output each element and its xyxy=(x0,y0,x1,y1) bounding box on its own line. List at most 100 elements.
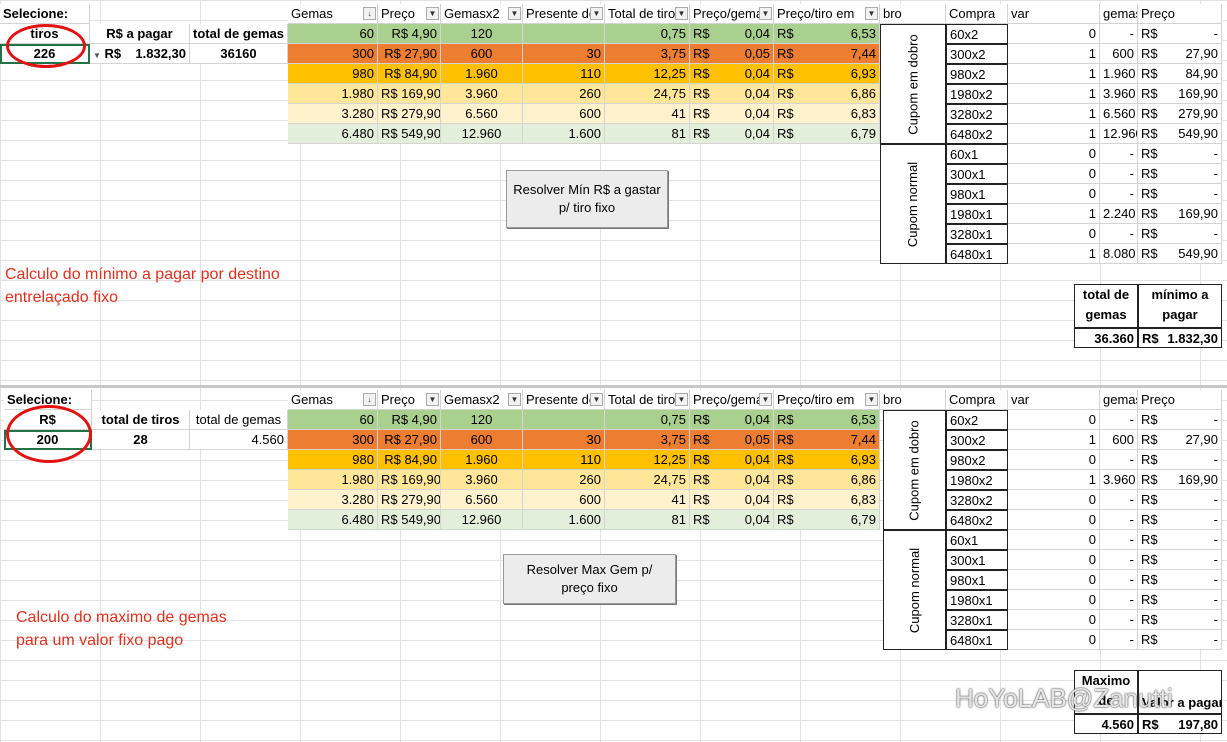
compra-var-cell[interactable]: 0 xyxy=(1008,184,1100,204)
package-gemasx2-cell: 12.960 xyxy=(441,510,523,530)
package-presente-cell: 30 xyxy=(523,44,605,64)
currency: R$ xyxy=(693,26,710,41)
compra-preco-cell: R$ 169,90 xyxy=(1138,84,1222,104)
compra-var-cell[interactable]: 1 xyxy=(1008,104,1100,124)
resolver-min-button[interactable]: Resolver Mín R$ a gastar p/ tiro fixo xyxy=(506,170,668,228)
compra-preco-cell: R$ - xyxy=(1138,530,1222,550)
compra-gemas-cell: 600 xyxy=(1100,430,1138,450)
compra-preco-cell: R$ - xyxy=(1138,510,1222,530)
currency: R$ xyxy=(1141,552,1158,567)
selecione-label-2: Selecione: xyxy=(4,390,92,410)
package-pt-cell: R$ 6,79 xyxy=(774,510,880,530)
compra-gemas-cell: 3.960 xyxy=(1100,470,1138,490)
package-pt-cell: R$ 6,83 xyxy=(774,490,880,510)
filter-dropdown-icon[interactable]: ▼ xyxy=(865,7,878,20)
amount: 7,44 xyxy=(850,46,876,61)
amount: - xyxy=(1213,492,1218,507)
package-pg-cell: R$ 0,05 xyxy=(690,430,774,450)
package-tiros-cell: 12,25 xyxy=(605,450,690,470)
compra-var-cell[interactable]: 0 xyxy=(1008,490,1100,510)
compra-name-cell: 3280x1 xyxy=(946,224,1008,244)
package-gemas-cell: 60 xyxy=(288,24,378,44)
filter-dropdown-icon[interactable]: ▼ xyxy=(508,393,521,406)
filter-dropdown-icon[interactable]: ▼ xyxy=(675,393,688,406)
amount: 6,53 xyxy=(850,26,876,41)
package-preco-cell: R$ 279,90 xyxy=(378,490,441,510)
currency: R$ xyxy=(777,46,794,61)
dropdown-arrow-icon[interactable]: ▼ xyxy=(93,51,101,60)
amount: 549,90 xyxy=(1178,246,1218,261)
compra-var-cell[interactable]: 1 xyxy=(1008,204,1100,224)
package-tiros-cell: 3,75 xyxy=(605,430,690,450)
compra-var-cell[interactable]: 1 xyxy=(1008,244,1100,264)
compra-var-cell[interactable]: 0 xyxy=(1008,570,1100,590)
compra-var-cell[interactable]: 1 xyxy=(1008,64,1100,84)
compra-name-cell: 980x2 xyxy=(946,64,1008,84)
amount: 6,79 xyxy=(850,512,876,527)
compra-preco-cell: R$ 27,90 xyxy=(1138,44,1222,64)
filter-dropdown-icon[interactable]: ↓ xyxy=(363,7,376,20)
compra-gemas-cell: 2.240 xyxy=(1100,204,1138,224)
compra-var-cell[interactable]: 0 xyxy=(1008,164,1100,184)
package-gemas-cell: 60 xyxy=(288,410,378,430)
amount: 0,05 xyxy=(744,46,770,61)
header-gemas_lc: gemas xyxy=(1100,4,1138,24)
compra-name-cell: 6480x1 xyxy=(946,244,1008,264)
compra-var-cell[interactable]: 0 xyxy=(1008,24,1100,44)
amount: 0,04 xyxy=(744,106,770,121)
currency: R$ xyxy=(777,432,794,447)
header-preco_col: Preço xyxy=(1138,4,1222,24)
header-presente: Presente de ▼ xyxy=(523,390,605,410)
currency: R$ xyxy=(777,106,794,121)
header-gemas: Gemas ↓ xyxy=(288,390,378,410)
filter-dropdown-icon[interactable]: ▼ xyxy=(865,393,878,406)
compra-var-cell[interactable]: 0 xyxy=(1008,530,1100,550)
resolver-max-button[interactable]: Resolver Max Gem p/ preço fixo xyxy=(503,554,676,604)
compra-var-cell[interactable]: 1 xyxy=(1008,44,1100,64)
compra-name-cell: 1980x1 xyxy=(946,204,1008,224)
compra-var-cell[interactable]: 1 xyxy=(1008,430,1100,450)
compra-var-cell[interactable]: 0 xyxy=(1008,224,1100,244)
currency: R$ xyxy=(777,452,794,467)
filter-dropdown-icon[interactable]: ▼ xyxy=(508,7,521,20)
rs-input-cell[interactable]: 200 xyxy=(4,430,92,450)
compra-var-cell[interactable]: 0 xyxy=(1008,550,1100,570)
filter-dropdown-icon[interactable]: ↓ xyxy=(363,393,376,406)
total-tiros-label: total de tiros xyxy=(92,410,190,430)
compra-var-cell[interactable]: 0 xyxy=(1008,410,1100,430)
header-label: Gemasx2 xyxy=(444,6,500,21)
compra-var-cell[interactable]: 1 xyxy=(1008,470,1100,490)
filter-dropdown-icon[interactable]: ▼ xyxy=(590,393,603,406)
currency: R$ xyxy=(693,86,710,101)
tiros-input-cell[interactable]: 226 xyxy=(0,44,90,64)
amount: 84,90 xyxy=(1185,66,1218,81)
compra-var-cell[interactable]: 0 xyxy=(1008,144,1100,164)
filter-dropdown-icon[interactable]: ▼ xyxy=(426,7,439,20)
summary-valor-pagar-value: R$ 197,80 xyxy=(1138,714,1222,734)
header-label: Gemas xyxy=(291,6,333,21)
compra-preco-cell: R$ - xyxy=(1138,570,1222,590)
compra-gemas-cell: - xyxy=(1100,610,1138,630)
note-line-3: Calculo do maximo de gemas xyxy=(16,609,227,626)
header-label: Preço/tiro em xyxy=(777,6,855,21)
filter-dropdown-icon[interactable]: ▼ xyxy=(759,7,772,20)
compra-var-cell[interactable]: 1 xyxy=(1008,124,1100,144)
note-line-2: entrelaçado fixo xyxy=(5,289,118,306)
filter-dropdown-icon[interactable]: ▼ xyxy=(759,393,772,406)
package-pg-cell: R$ 0,04 xyxy=(690,84,774,104)
compra-var-cell[interactable]: 0 xyxy=(1008,630,1100,650)
header-compra: Compra xyxy=(946,4,1008,24)
compra-var-cell[interactable]: 0 xyxy=(1008,450,1100,470)
compra-var-cell[interactable]: 1 xyxy=(1008,84,1100,104)
filter-dropdown-icon[interactable]: ▼ xyxy=(426,393,439,406)
amount: - xyxy=(1213,512,1218,527)
compra-var-cell[interactable]: 0 xyxy=(1008,590,1100,610)
filter-dropdown-icon[interactable]: ▼ xyxy=(675,7,688,20)
amount: 0,04 xyxy=(744,126,770,141)
package-gemas-cell: 1.980 xyxy=(288,470,378,490)
note-line-4: para um valor fixo pago xyxy=(16,632,184,649)
filter-dropdown-icon[interactable]: ▼ xyxy=(590,7,603,20)
compra-var-cell[interactable]: 0 xyxy=(1008,610,1100,630)
compra-var-cell[interactable]: 0 xyxy=(1008,510,1100,530)
package-pt-cell: R$ 6,79 xyxy=(774,124,880,144)
